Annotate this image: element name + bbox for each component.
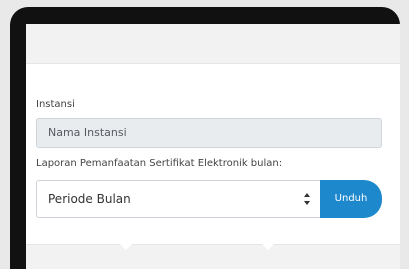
periode-select[interactable]: Periode Bulan: [36, 180, 320, 218]
device-frame: Instansi Nama Instansi Laporan Pemanfaat…: [10, 7, 400, 269]
bottom-strip: [26, 244, 400, 269]
tab-notch: [262, 244, 274, 250]
tab-notch: [120, 244, 132, 250]
screen: Instansi Nama Instansi Laporan Pemanfaat…: [26, 24, 400, 269]
unduh-button[interactable]: Unduh: [320, 180, 382, 218]
instansi-field: Nama Instansi: [36, 118, 382, 148]
sort-arrows-icon: [304, 193, 310, 205]
laporan-label: Laporan Pemanfaatan Sertifikat Elektroni…: [36, 158, 283, 169]
top-bar: [26, 24, 400, 64]
periode-select-value: Periode Bulan: [48, 192, 131, 206]
instansi-label: Instansi: [36, 99, 75, 110]
